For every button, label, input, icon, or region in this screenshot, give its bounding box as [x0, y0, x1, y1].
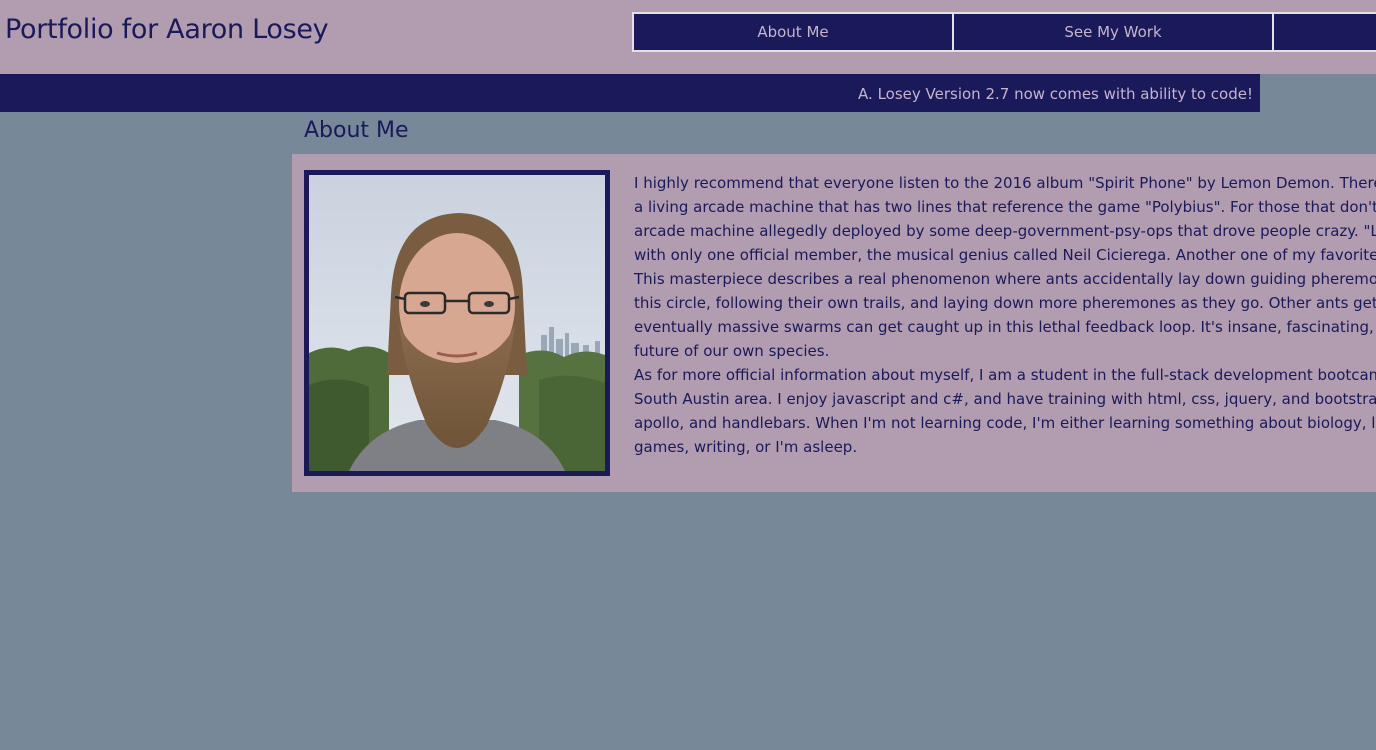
site-header: Portfolio for Aaron Losey About Me See M…	[0, 0, 1376, 74]
about-panel: I highly recommend that everyone listen …	[292, 154, 1376, 492]
about-line: South Austin area. I enjoy javascript an…	[634, 390, 1376, 408]
nav-see-my-work-button[interactable]: See My Work	[952, 12, 1272, 52]
main-nav: About Me See My Work	[632, 12, 1376, 52]
nav-third-button[interactable]	[1272, 12, 1376, 52]
about-line: this circle, following their own trails,…	[634, 294, 1376, 312]
about-line: apollo, and handlebars. When I'm not lea…	[634, 414, 1376, 432]
nav-about-me-button[interactable]: About Me	[632, 12, 952, 52]
about-line: eventually massive swarms can get caught…	[634, 318, 1376, 336]
profile-photo	[304, 170, 610, 476]
about-heading: About Me	[304, 118, 409, 143]
site-title: Portfolio for Aaron Losey	[5, 14, 329, 45]
about-line: I highly recommend that everyone listen …	[634, 174, 1376, 192]
about-line: with only one official member, the music…	[634, 246, 1376, 264]
banner-text: A. Losey Version 2.7 now comes with abil…	[858, 85, 1253, 103]
about-line: future of our own species.	[634, 342, 830, 360]
about-line: As for more official information about m…	[634, 366, 1376, 384]
about-line: arcade machine allegedly deployed by som…	[634, 222, 1376, 240]
about-text: I highly recommend that everyone listen …	[634, 171, 1376, 459]
about-line: This masterpiece describes a real phenom…	[634, 270, 1376, 288]
about-line: a living arcade machine that has two lin…	[634, 198, 1376, 216]
page: Portfolio for Aaron Losey About Me See M…	[0, 0, 1376, 750]
announcement-banner: A. Losey Version 2.7 now comes with abil…	[0, 74, 1260, 112]
profile-photo-icon	[309, 175, 605, 471]
about-line: games, writing, or I'm asleep.	[634, 438, 858, 456]
